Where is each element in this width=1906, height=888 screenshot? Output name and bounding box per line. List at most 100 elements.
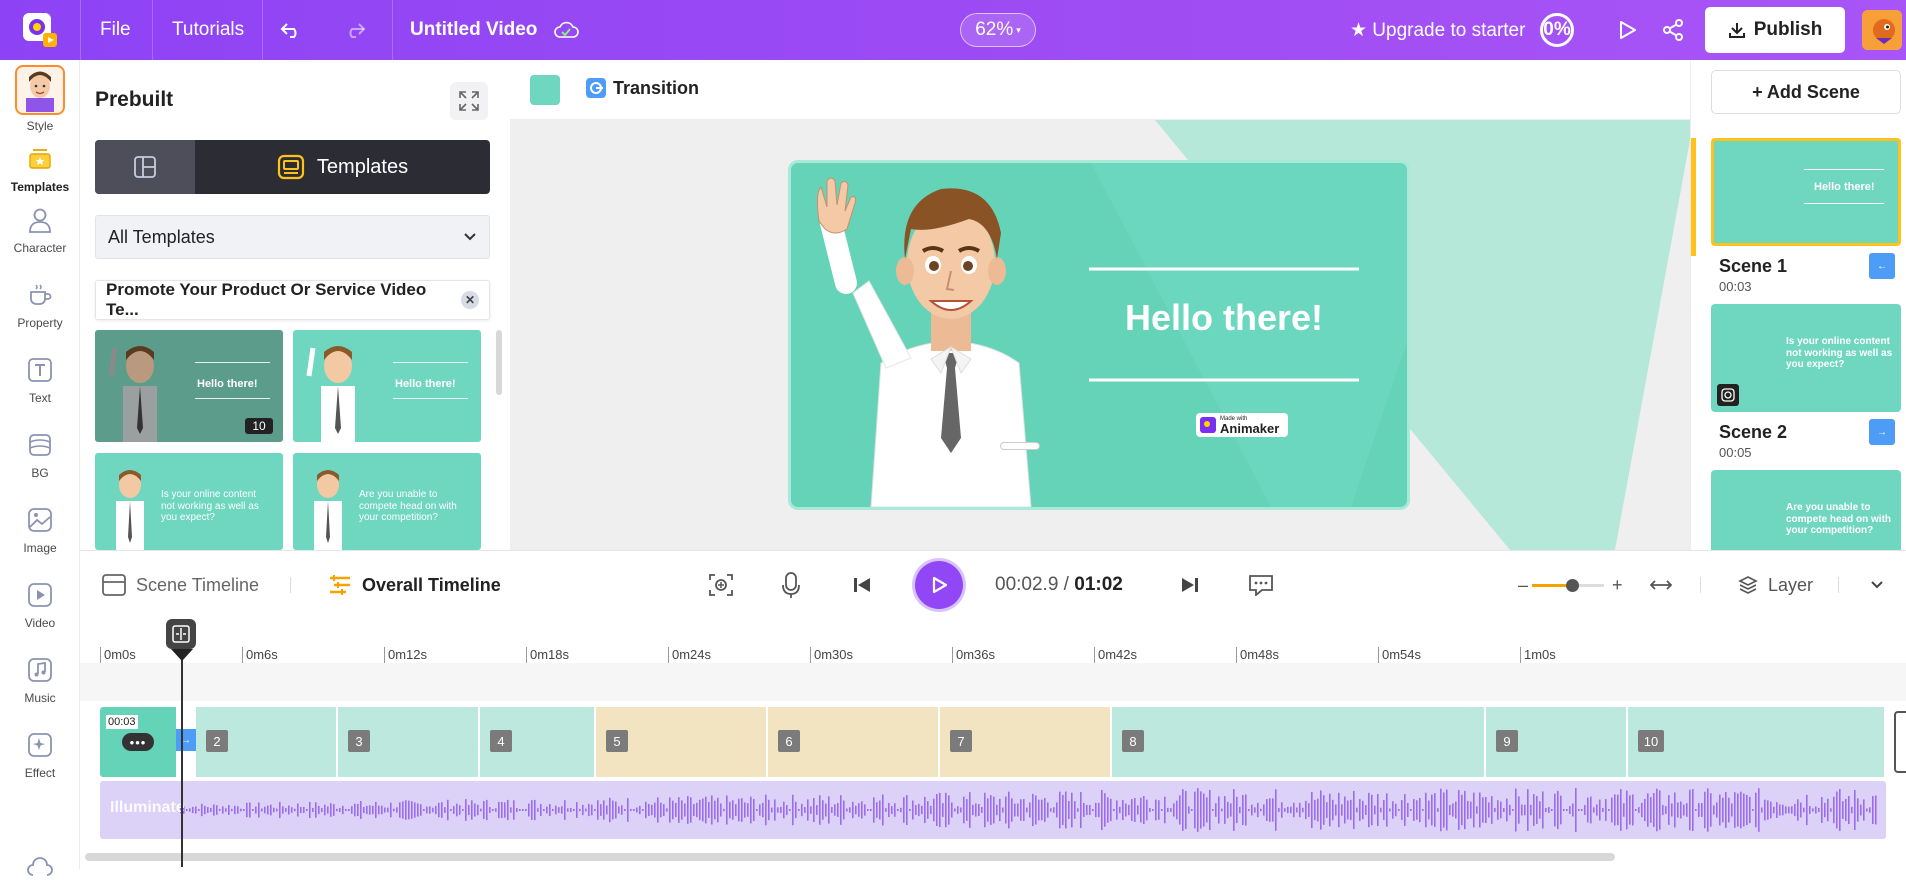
layout-tab[interactable] — [95, 140, 195, 194]
close-icon[interactable]: ✕ — [461, 291, 479, 309]
overall-timeline-icon — [330, 575, 350, 595]
waveform-bar — [459, 805, 461, 815]
rail-music[interactable]: Music — [0, 653, 80, 705]
scene-1-thumbnail[interactable]: Hello there! — [1711, 138, 1901, 246]
rail-property[interactable]: Property — [0, 278, 80, 330]
zoom-in-button[interactable]: + — [1612, 551, 1623, 619]
template-thumb-1[interactable]: Hello there! 10 — [95, 330, 283, 442]
playhead-line[interactable] — [181, 631, 183, 867]
scene-1-options-button[interactable]: ← — [1869, 253, 1895, 279]
rail-templates[interactable]: Templates — [0, 142, 80, 194]
scene-clip-4[interactable]: 4 — [480, 707, 594, 777]
timeline-end-handle[interactable] — [1894, 711, 1906, 773]
ruler-tick: 0m0s — [100, 647, 136, 663]
waveform-bar — [1704, 791, 1706, 829]
preview-play-icon[interactable] — [1616, 0, 1638, 60]
rail-video[interactable]: Video — [0, 578, 80, 630]
scene-3-thumbnail[interactable]: Are you unable to compete head on with y… — [1711, 470, 1901, 550]
waveform-bar — [1815, 806, 1817, 814]
clip-number: 7 — [950, 730, 972, 752]
transition-marker[interactable]: → — [176, 729, 196, 751]
scene-clip-6[interactable]: 6 — [768, 707, 938, 777]
waveform-bar — [1506, 798, 1508, 822]
templates-tab[interactable]: Templates — [195, 140, 490, 194]
rail-character[interactable]: Character — [0, 203, 80, 255]
background-color-swatch[interactable] — [530, 75, 560, 105]
waveform-bar — [993, 796, 995, 824]
upgrade-link[interactable]: ★ Upgrade to starter — [1350, 0, 1525, 60]
waving-character[interactable] — [791, 163, 1091, 507]
collapse-timeline-icon[interactable] — [1870, 551, 1884, 619]
panel-title: Prebuilt — [95, 88, 174, 111]
share-icon[interactable] — [1662, 0, 1684, 60]
publish-button[interactable]: Publish — [1705, 7, 1845, 53]
scene-headline[interactable]: Hello there! — [1089, 297, 1359, 339]
overall-timeline-tab[interactable]: Overall Timeline — [328, 551, 501, 619]
add-scene-button[interactable]: + Add Scene — [1711, 70, 1901, 114]
template-category-select[interactable]: All Templates — [95, 215, 490, 259]
microphone-icon[interactable] — [780, 551, 802, 619]
scene-2-thumbnail[interactable]: Is your online content not working as we… — [1711, 304, 1901, 412]
template-thumb-2[interactable]: Hello there! — [293, 330, 481, 442]
video-title[interactable]: Untitled Video — [410, 0, 537, 60]
rail-bg[interactable]: BG — [0, 428, 80, 480]
transition-button[interactable]: Transition — [585, 77, 699, 99]
scene-clip-10[interactable]: 10 — [1628, 707, 1884, 777]
user-avatar[interactable] — [1862, 10, 1902, 50]
scene-timeline-tab[interactable]: Scene Timeline — [102, 551, 259, 619]
subtitles-icon[interactable] — [1248, 551, 1274, 619]
waveform-bar — [486, 799, 488, 821]
scene-clip-8[interactable]: 8 — [1112, 707, 1484, 777]
waveform-bar — [1800, 802, 1802, 818]
waveform-bar — [528, 803, 530, 817]
zoom-out-button[interactable]: – — [1518, 551, 1528, 619]
scene-2-duration: 00:05 — [1719, 445, 1752, 460]
scene-clip-2[interactable]: 2 — [196, 707, 336, 777]
scene-clip-5[interactable]: 5 — [596, 707, 766, 777]
template-thumb-3[interactable]: Is your online content not working as we… — [95, 453, 283, 550]
scene-clip-9[interactable]: 9 — [1486, 707, 1626, 777]
waveform-bar — [1794, 803, 1796, 817]
waveform-bar — [1110, 798, 1112, 822]
timeline-zoom-slider[interactable] — [1532, 551, 1604, 619]
file-menu[interactable]: File — [100, 0, 131, 60]
zoom-select[interactable]: 62% ▾ — [960, 13, 1036, 47]
scene-2-options-button[interactable]: → — [1869, 419, 1895, 445]
scene-clip-7[interactable]: 7 — [940, 707, 1110, 777]
redo-icon[interactable] — [344, 0, 366, 60]
waveform-bar — [1746, 794, 1748, 826]
rail-style[interactable]: Style — [0, 65, 80, 133]
waveform-bar — [684, 803, 686, 817]
rail-image[interactable]: Image — [0, 503, 80, 555]
waveform-bar — [1497, 800, 1499, 820]
waveform-bar — [1092, 808, 1094, 812]
undo-icon[interactable] — [280, 0, 302, 60]
stage-resize-handle[interactable] — [1000, 442, 1040, 450]
expand-icon[interactable] — [450, 82, 488, 120]
scene-clip-3[interactable]: 3 — [338, 707, 478, 777]
fit-width-icon[interactable] — [1650, 551, 1672, 619]
audio-track[interactable]: Illuminate — [100, 781, 1886, 839]
rail-text-label: Text — [28, 391, 51, 405]
skip-forward-icon[interactable] — [1180, 551, 1200, 619]
play-button[interactable] — [915, 551, 963, 619]
template-thumb-4[interactable]: Are you unable to compete head on with y… — [293, 453, 481, 550]
zoom-slider-knob[interactable] — [1565, 578, 1579, 592]
waveform-bar — [1752, 809, 1754, 811]
timeline-scrollbar[interactable] — [85, 853, 1615, 861]
rail-text[interactable]: Text — [0, 353, 80, 405]
tutorials-menu[interactable]: Tutorials — [172, 0, 244, 60]
waveform-bar — [411, 801, 413, 819]
camera-focus-icon[interactable] — [708, 551, 734, 619]
layer-button[interactable]: Layer — [1738, 551, 1813, 619]
playhead-handle[interactable] — [166, 619, 196, 649]
panel-scrollbar[interactable] — [496, 330, 502, 395]
scene-clip-1[interactable]: 00:03 ••• — [100, 707, 176, 777]
waveform-bar — [1026, 807, 1028, 813]
more-options-icon[interactable]: ••• — [122, 733, 154, 751]
animaker-logo[interactable] — [16, 0, 64, 60]
rail-upload[interactable] — [0, 850, 80, 888]
skip-back-icon[interactable] — [852, 551, 872, 619]
scene-canvas[interactable]: Hello there! Made with Animaker — [788, 160, 1410, 510]
rail-effect[interactable]: Effect — [0, 728, 80, 780]
